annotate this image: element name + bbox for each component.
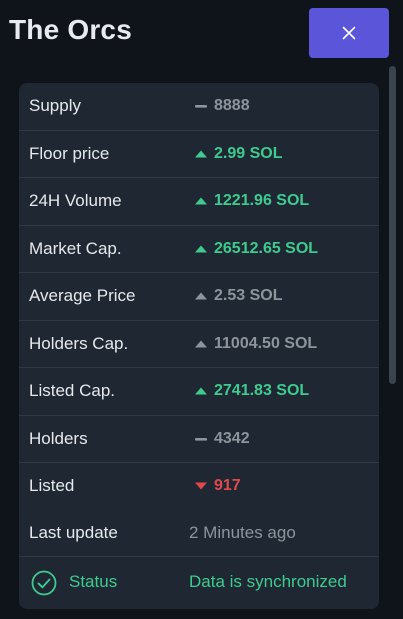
scrollbar-thumb[interactable]	[389, 66, 396, 384]
stat-value-text: 4342	[214, 429, 250, 447]
stat-value: 26512.65 SOL	[194, 240, 318, 258]
stats-card: Supply 8888 Floor price 2.99 SOL 24H Volume 1…	[19, 83, 379, 609]
status-row: Status Data is synchronized	[19, 557, 379, 607]
stat-value: 1221.96 SOL	[194, 192, 309, 210]
close-button[interactable]	[309, 8, 389, 58]
last-update-value: 2 Minutes ago	[189, 522, 296, 542]
stat-row: Holders 4342	[19, 416, 379, 463]
stat-value: 4342	[194, 430, 250, 448]
stat-row: Supply 8888	[19, 83, 379, 131]
stat-row: Listed 917	[19, 463, 379, 510]
stat-value: 917	[194, 477, 241, 495]
triangle-up-icon	[195, 387, 207, 395]
triangle-up-icon	[195, 340, 207, 348]
triangle-up-icon	[195, 245, 207, 253]
status-value: Data is synchronized	[189, 572, 347, 591]
stat-value-text: 2741.83 SOL	[214, 382, 310, 400]
stat-value-text: 11004.50 SOL	[214, 334, 318, 352]
page-title: The Orcs	[9, 14, 132, 45]
stat-value: 2.99 SOL	[194, 145, 282, 163]
stat-row: Floor price 2.99 SOL	[19, 131, 379, 178]
triangle-up-icon	[195, 292, 207, 300]
stat-row: Listed Cap. 2741.83 SOL	[19, 368, 379, 416]
last-update-label: Last update	[29, 522, 118, 542]
stat-row: Average Price 2.53 SOL	[19, 273, 379, 321]
stat-label: Holders Cap.	[29, 333, 129, 353]
last-update-row: Last update 2 Minutes ago	[19, 510, 379, 557]
stat-value: 2.53 SOL	[194, 287, 282, 305]
stat-value: 2741.83 SOL	[194, 382, 309, 400]
stat-label: 24H Volume	[29, 191, 122, 211]
stat-value-text: 2.53 SOL	[214, 287, 283, 305]
status-label: Status	[69, 572, 118, 591]
stat-value-text: 1221.96 SOL	[214, 192, 310, 210]
stat-value-text: 917	[214, 477, 241, 495]
stat-value-text: 26512.65 SOL	[214, 239, 319, 257]
stat-label: Floor price	[29, 143, 110, 163]
stat-label: Holders	[29, 428, 88, 448]
stat-value: 11004.50 SOL	[194, 335, 317, 353]
triangle-down-icon	[195, 482, 207, 490]
collection-stats-panel: The Orcs Supply 8888 Floor price 2.99 SOL 24…	[0, 0, 403, 619]
stat-label: Supply	[29, 96, 81, 116]
dash-icon	[195, 437, 207, 441]
stat-label: Listed Cap.	[29, 381, 115, 401]
dash-icon	[195, 105, 207, 108]
stat-label: Market Cap.	[29, 238, 122, 258]
stat-row: Holders Cap. 11004.50 SOL	[19, 321, 379, 368]
close-icon	[342, 26, 356, 40]
stat-value-text: 8888	[214, 97, 250, 115]
stat-value-text: 2.99 SOL	[214, 144, 283, 162]
stat-row: Market Cap. 26512.65 SOL	[19, 226, 379, 273]
check-circle-icon	[31, 570, 57, 596]
stat-label: Average Price	[29, 286, 136, 306]
stat-value: 8888	[194, 97, 250, 115]
stat-label: Listed	[29, 476, 75, 496]
triangle-up-icon	[195, 150, 207, 158]
stat-row: 24H Volume 1221.96 SOL	[19, 178, 379, 226]
triangle-up-icon	[195, 197, 207, 205]
